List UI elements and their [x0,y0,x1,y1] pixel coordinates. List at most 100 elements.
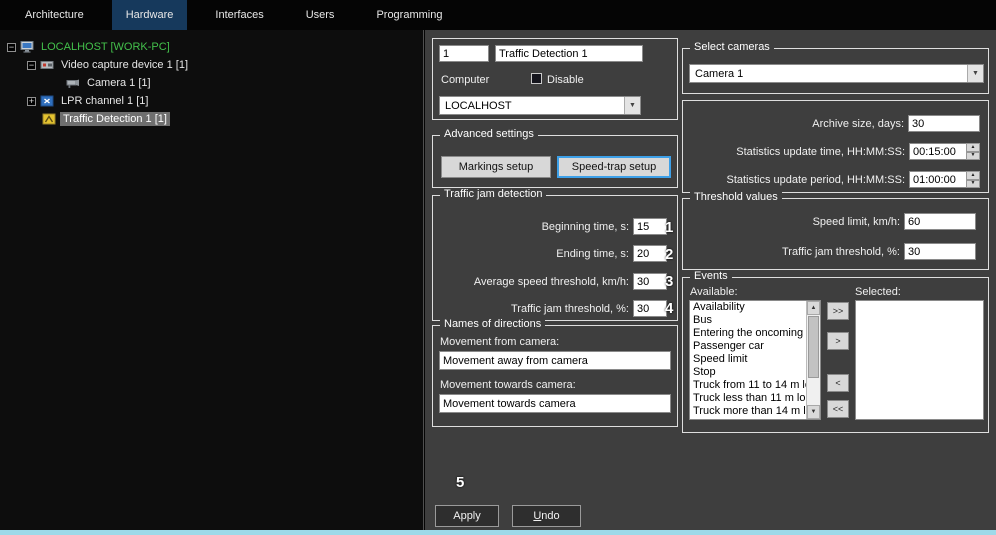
collapse-icon[interactable]: − [7,42,16,52]
disable-checkbox[interactable] [531,73,542,84]
tab-label: Users [305,9,335,21]
jam-threshold-row: Traffic jam threshold, %: [439,300,667,317]
button-label: Apply [453,510,481,522]
markings-setup-button[interactable]: Markings setup [441,156,551,178]
list-item[interactable]: Passenger car [690,340,806,353]
speed-limit-field[interactable] [904,213,976,230]
stats-update-time-field[interactable] [909,143,967,160]
spin-down-icon[interactable]: ▼ [966,179,980,188]
tab-label: Interfaces [215,9,264,21]
button-label: > [835,336,841,346]
list-item[interactable]: Truck more than 14 m lo [690,405,806,418]
selected-events-list[interactable] [855,300,984,420]
apply-button[interactable]: Apply [435,505,499,527]
move-right-button[interactable]: > [827,332,849,350]
tree-item-label: Camera 1 [1] [87,77,151,89]
tree-item-traffic-detection[interactable]: Traffic Detection 1 [1] [0,110,423,128]
spin-up-icon[interactable]: ▲ [966,171,980,180]
tree-item-camera[interactable]: Camera 1 [1] [0,74,423,92]
scroll-track[interactable] [807,315,820,405]
speed-limit-row: Speed limit, km/h: [689,213,976,230]
archive-size-label: Archive size, days: [812,117,904,130]
movement-from-label: Movement from camera: [440,336,560,348]
tab-architecture[interactable]: Architecture [11,0,98,30]
list-items [856,301,983,419]
camera-icon [66,77,80,89]
camera-combo[interactable]: Camera 1 ▼ [689,64,984,83]
stats-update-period-label: Statistics update period, HH:MM:SS: [726,173,905,186]
button-label: Speed-trap setup [571,161,657,173]
annotation-4: 4 [665,300,674,317]
move-all-right-button[interactable]: >> [827,302,849,320]
tree-item-label: LOCALHOST [WORK-PC] [41,41,170,53]
button-label: < [835,378,841,388]
lpr-channel-icon [40,95,54,107]
scroll-thumb[interactable] [808,316,819,378]
settings-panel: Computer Disable LOCALHOST ▼ Select came… [425,30,996,530]
threshold-jam-field[interactable] [904,243,976,260]
list-item[interactable]: Bus [690,314,806,327]
scroll-up-icon[interactable]: ▲ [807,301,820,315]
list-item[interactable]: Truck less than 11 m lor [690,392,806,405]
object-id-field[interactable] [439,45,489,62]
ending-time-label: Ending time, s: [556,247,629,260]
chevron-down-icon[interactable]: ▼ [967,65,983,82]
avg-speed-threshold-field[interactable] [633,273,667,290]
avg-speed-threshold-label: Average speed threshold, km/h: [473,275,629,288]
application-window: Architecture Hardware Interfaces Users P… [0,0,996,535]
vertical-scrollbar[interactable]: ▲ ▼ [806,301,820,419]
stats-update-period-field[interactable] [909,171,967,188]
traffic-jam-group: Traffic jam detection Beginning time, s:… [432,188,678,321]
computer-icon [20,41,34,53]
stats-update-time-row: Statistics update time, HH:MM:SS: ▲ ▼ [689,143,980,160]
list-item[interactable]: Entering the oncoming la [690,327,806,340]
tab-hardware[interactable]: Hardware [111,0,188,30]
tree-item-label: Traffic Detection 1 [1] [60,112,170,126]
move-all-left-button[interactable]: << [827,400,849,418]
speed-trap-setup-button[interactable]: Speed-trap setup [557,156,671,178]
collapse-icon[interactable]: − [27,60,36,70]
spin-up-icon[interactable]: ▲ [966,143,980,152]
beginning-time-label: Beginning time, s: [541,220,629,233]
jam-threshold-field[interactable] [633,300,667,317]
select-cameras-group: Select cameras Camera 1 ▼ [682,41,989,94]
button-label: Markings setup [458,161,534,173]
list-item[interactable]: Availability [690,301,806,314]
tab-label: Architecture [25,9,84,21]
object-name-field[interactable] [495,45,643,62]
archive-size-field[interactable] [908,115,980,132]
beginning-time-field[interactable] [633,218,667,235]
group-title: Threshold values [690,191,782,203]
tab-interfaces[interactable]: Interfaces [201,0,277,30]
button-label: << [832,404,844,414]
list-item[interactable]: Speed limit [690,353,806,366]
spin-down-icon[interactable]: ▼ [966,151,980,160]
ending-time-row: Ending time, s: [439,245,667,262]
list-item[interactable]: Truck from 11 to 14 m lo [690,379,806,392]
tab-programming[interactable]: Programming [362,0,456,30]
movement-from-field[interactable] [439,351,671,370]
available-events-list[interactable]: Availability Bus Entering the oncoming l… [689,300,821,420]
group-title: Advanced settings [440,128,538,140]
undo-button[interactable]: Undo [512,505,581,527]
capture-device-icon [40,59,54,71]
tree-item-localhost[interactable]: − LOCALHOST [WORK-PC] [0,38,423,56]
threshold-jam-label: Traffic jam threshold, %: [782,245,900,258]
scroll-down-icon[interactable]: ▼ [807,405,820,419]
ending-time-field[interactable] [633,245,667,262]
movement-towards-field[interactable] [439,394,671,413]
advanced-settings-group: Advanced settings Markings setup Speed-t… [432,128,678,188]
disable-label: Disable [547,74,584,86]
list-item[interactable]: Stop [690,366,806,379]
chevron-down-icon[interactable]: ▼ [624,97,640,114]
tab-users[interactable]: Users [292,0,349,30]
tree-item-video-capture-device[interactable]: − Video capture device 1 [1] [0,56,423,74]
statistics-group: Archive size, days: Statistics update ti… [682,100,989,193]
movement-towards-label: Movement towards camera: [440,379,576,391]
group-title: Names of directions [440,318,546,330]
expand-icon[interactable]: + [27,96,36,106]
tree-item-lpr-channel[interactable]: + LPR channel 1 [1] [0,92,423,110]
computer-combo[interactable]: LOCALHOST ▼ [439,96,641,115]
move-left-button[interactable]: < [827,374,849,392]
button-label: >> [832,306,844,316]
